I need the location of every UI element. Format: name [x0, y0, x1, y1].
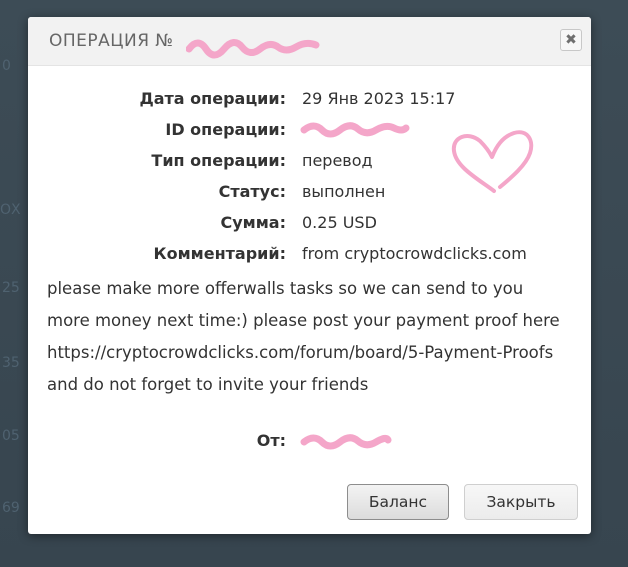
amount-value: 0.25 USD	[302, 213, 377, 232]
date-label: Дата операции:	[139, 89, 286, 108]
field-amount: Сумма: 0.25 USD	[28, 213, 591, 237]
field-from: От:	[28, 431, 591, 455]
comment-value: from cryptocrowdclicks.com	[302, 244, 527, 263]
background-text: 35	[2, 355, 20, 371]
close-icon[interactable]: ✖	[560, 29, 582, 51]
from-label: От:	[256, 431, 286, 450]
comment-continuation: please make more offerwalls tasks so we …	[47, 279, 560, 394]
operation-dialog: ОПЕРАЦИЯ № ✖ Дата операции: 29 Янв 2023 …	[28, 17, 591, 534]
background-text: ОХ	[0, 202, 21, 218]
close-button[interactable]: Закрыть	[464, 484, 578, 520]
type-label: Тип операции:	[151, 151, 286, 170]
background-text: 05	[2, 428, 20, 444]
balance-button[interactable]: Баланс	[347, 484, 449, 520]
background-text: 25	[2, 280, 20, 296]
date-value: 29 Янв 2023 15:17	[302, 89, 456, 108]
type-value: перевод	[302, 151, 373, 170]
background-text: 69	[2, 500, 20, 516]
comment-label: Комментарий:	[153, 244, 286, 263]
field-id: ID операции:	[28, 120, 591, 144]
dialog-title: ОПЕРАЦИЯ №	[49, 31, 174, 51]
status-label: Статус:	[218, 182, 286, 201]
background-text: 0	[2, 58, 11, 74]
amount-label: Сумма:	[220, 213, 286, 232]
dialog-header: ОПЕРАЦИЯ № ✖	[28, 17, 591, 66]
field-status: Статус: выполнен	[28, 182, 591, 206]
field-type: Тип операции: перевод	[28, 151, 591, 175]
id-label: ID операции:	[165, 120, 286, 139]
field-date: Дата операции: 29 Янв 2023 15:17	[28, 89, 591, 113]
status-value: выполнен	[302, 182, 386, 201]
field-comment: Комментарий: from cryptocrowdclicks.com	[28, 244, 591, 268]
